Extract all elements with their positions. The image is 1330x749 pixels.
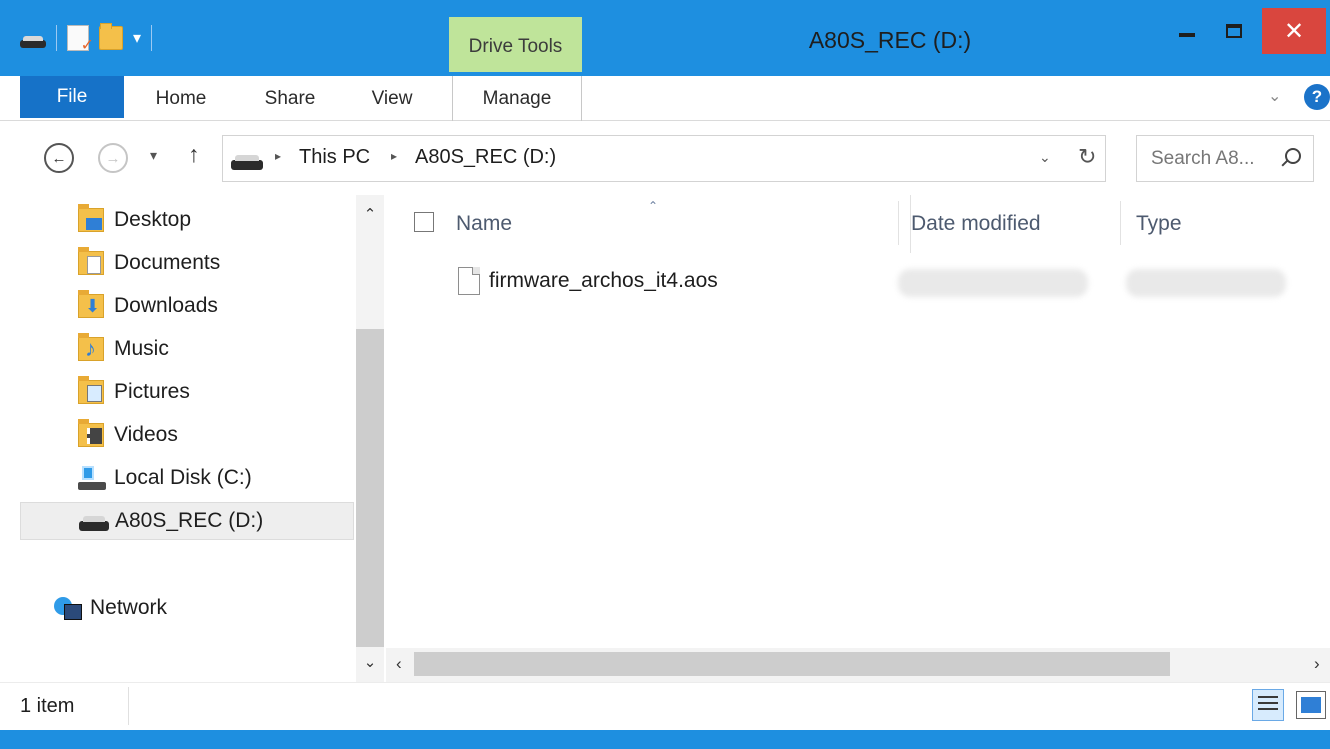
minimize-icon <box>1179 33 1195 37</box>
window-bottom-border <box>0 730 1330 749</box>
select-all-checkbox[interactable] <box>414 212 434 232</box>
breadcrumb-this-pc[interactable]: This PC <box>299 146 370 169</box>
explorer-window: ▾ Drive Tools A80S_REC (D:) ✕ File Home … <box>0 0 1330 749</box>
window-title: A80S_REC (D:) <box>808 27 972 53</box>
videos-folder-icon <box>78 419 104 447</box>
breadcrumb-drive[interactable]: A80S_REC (D:) <box>415 146 556 169</box>
close-button[interactable]: ✕ <box>1262 8 1326 54</box>
drive-tools-context-tab: Drive Tools <box>449 17 582 72</box>
column-divider[interactable] <box>898 201 899 245</box>
file-icon <box>458 267 480 295</box>
status-bar: 1 item <box>0 682 1330 730</box>
maximize-button[interactable] <box>1214 8 1254 54</box>
column-header-name[interactable]: Name <box>456 195 512 253</box>
column-header-date-modified[interactable]: Date modified <box>910 195 1041 253</box>
tab-home[interactable]: Home <box>136 76 226 121</box>
large-icons-view-icon[interactable] <box>1296 691 1326 719</box>
tab-share[interactable]: Share <box>245 76 335 121</box>
search-placeholder: Search A8... <box>1151 148 1255 169</box>
details-view-icon[interactable] <box>1252 689 1284 721</box>
sidebar-item-downloads[interactable]: Downloads <box>20 287 354 325</box>
drive-icon <box>231 155 263 170</box>
address-bar[interactable]: ▸ This PC ▸ A80S_REC (D:) ⌄ ↻ <box>222 135 1106 182</box>
sidebar-item-label: Network <box>90 596 168 619</box>
pictures-folder-icon <box>78 376 104 404</box>
blurred-date-modified <box>898 269 1088 297</box>
sidebar-item-label: Pictures <box>114 380 190 403</box>
sidebar-item-label: Music <box>114 337 169 360</box>
recent-locations-icon[interactable]: ▾ <box>150 147 157 164</box>
scroll-down-icon[interactable]: ⌄ <box>356 653 384 671</box>
drive-icon[interactable] <box>20 36 46 48</box>
search-icon[interactable] <box>1285 148 1301 164</box>
address-dropdown-icon[interactable]: ⌄ <box>1039 149 1051 166</box>
documents-folder-icon <box>78 247 104 275</box>
properties-icon[interactable] <box>67 25 94 55</box>
blurred-type <box>1126 269 1286 297</box>
desktop-folder-icon <box>78 204 104 232</box>
up-arrow-icon[interactable]: ↑ <box>188 141 200 168</box>
sidebar-item-pictures[interactable]: Pictures <box>20 373 354 411</box>
scroll-right-icon[interactable]: › <box>1314 654 1320 674</box>
help-icon[interactable]: ? <box>1304 84 1330 110</box>
sidebar-scrollbar[interactable]: ⌃ ⌄ <box>356 195 384 682</box>
tab-view[interactable]: View <box>352 76 432 121</box>
file-name[interactable]: firmware_archos_it4.aos <box>489 269 718 293</box>
maximize-icon <box>1226 24 1242 38</box>
file-row[interactable]: firmware_archos_it4.aos <box>446 261 1306 303</box>
navigation-bar: ← → ▾ ↑ ▸ This PC ▸ A80S_REC (D:) ⌄ ↻ Se… <box>0 121 1330 195</box>
navigation-pane: Desktop Documents Downloads Music Pictur… <box>0 195 356 682</box>
sidebar-item-network[interactable]: Network <box>0 589 334 627</box>
tab-manage[interactable]: Manage <box>452 76 582 121</box>
sidebar-item-label: Local Disk (C:) <box>114 466 252 489</box>
sort-ascending-icon: ⌃ <box>648 199 659 213</box>
local-disk-icon <box>78 466 106 490</box>
refresh-icon[interactable]: ↻ <box>1078 144 1096 170</box>
sidebar-item-desktop[interactable]: Desktop <box>20 201 354 239</box>
scroll-left-icon[interactable]: ‹ <box>396 654 402 674</box>
title-bar: ▾ Drive Tools A80S_REC (D:) ✕ <box>0 0 1330 76</box>
file-list: ⌃ Name Date modified Type firmware_archo… <box>386 195 1330 648</box>
sidebar-item-documents[interactable]: Documents <box>20 244 354 282</box>
status-divider <box>128 687 129 725</box>
scrollbar-thumb[interactable] <box>356 329 384 647</box>
quick-access-toolbar: ▾ <box>20 18 153 58</box>
toolbar-divider <box>151 25 153 51</box>
sidebar-item-label: Desktop <box>114 208 192 231</box>
breadcrumb-separator[interactable]: ▸ <box>391 149 397 163</box>
sidebar-item-label: Downloads <box>114 294 218 317</box>
new-folder-icon[interactable] <box>99 23 123 50</box>
forward-button[interactable]: → <box>98 143 128 173</box>
downloads-folder-icon <box>78 290 104 318</box>
column-header-type[interactable]: Type <box>1136 195 1182 253</box>
minimize-button[interactable] <box>1167 8 1207 54</box>
horizontal-scrollbar[interactable]: ‹ › <box>386 648 1330 682</box>
breadcrumb-separator[interactable]: ▸ <box>275 149 281 163</box>
search-box[interactable]: Search A8... <box>1136 135 1314 182</box>
scroll-up-icon[interactable]: ⌃ <box>356 205 384 223</box>
sidebar-item-music[interactable]: Music <box>20 330 354 368</box>
column-divider[interactable] <box>1120 201 1121 245</box>
tab-file[interactable]: File <box>20 76 124 118</box>
network-icon <box>54 596 82 620</box>
toolbar-divider <box>56 25 57 51</box>
customize-toolbar-icon[interactable]: ▾ <box>133 28 141 48</box>
back-button[interactable]: ← <box>44 143 74 173</box>
sidebar-item-videos[interactable]: Videos <box>20 416 354 454</box>
removable-drive-icon <box>79 509 109 533</box>
item-count: 1 item <box>20 695 75 717</box>
music-folder-icon <box>78 333 104 362</box>
sidebar-item-label: A80S_REC (D:) <box>115 509 264 532</box>
sidebar-item-label: Videos <box>114 423 178 446</box>
ribbon-tabs: File Home Share View Manage ⌄ ? <box>0 76 1330 121</box>
sidebar-item-a80s-rec[interactable]: A80S_REC (D:) <box>20 502 354 540</box>
scrollbar-thumb[interactable] <box>414 652 1170 676</box>
sidebar-item-local-disk[interactable]: Local Disk (C:) <box>20 459 354 497</box>
expand-ribbon-icon[interactable]: ⌄ <box>1268 86 1281 106</box>
sidebar-item-label: Documents <box>114 251 221 274</box>
